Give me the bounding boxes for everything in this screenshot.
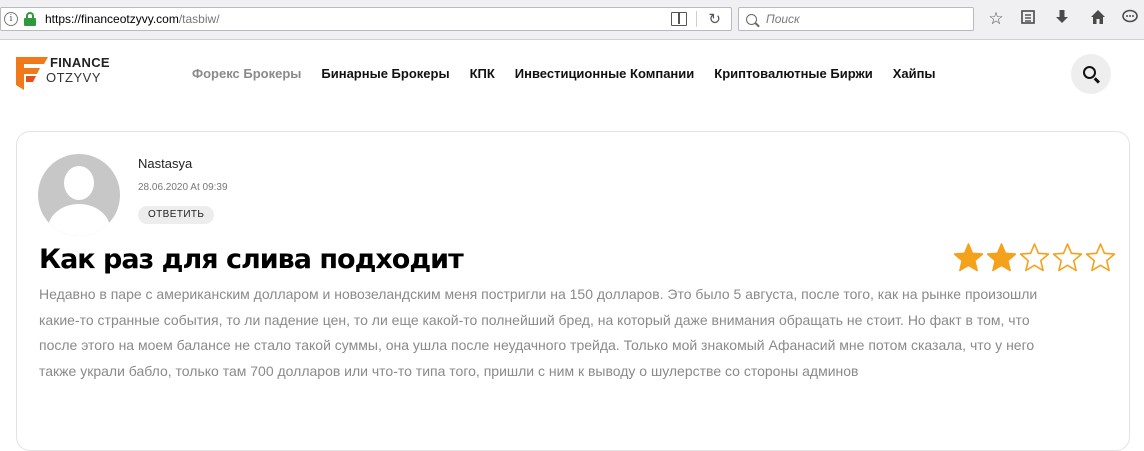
- home-icon[interactable]: [1088, 9, 1108, 29]
- url-text[interactable]: https://financeotzyvy.com/tasbiw/: [45, 12, 220, 26]
- reply-button[interactable]: ОТВЕТИТЬ: [138, 206, 215, 224]
- logo-text-otzyvy: OTZYVY: [46, 70, 102, 85]
- review-card: Nastasya 28.06.2020 At 09:39 ОТВЕТИТЬ Ка…: [16, 131, 1130, 451]
- star-filled-icon: [986, 243, 1017, 272]
- browser-search-input[interactable]: [766, 12, 966, 26]
- star-empty-icon: [1085, 243, 1116, 272]
- star-filled-icon: [953, 243, 984, 272]
- review-author: Nastasya: [138, 156, 193, 171]
- url-separator: [696, 11, 697, 27]
- site-logo[interactable]: FINANCE OTZYVY: [16, 55, 126, 95]
- search-icon: [746, 13, 757, 25]
- address-bar[interactable]: i https://financeotzyvy.com/tasbiw/ ↻: [0, 7, 732, 31]
- browser-search-box[interactable]: [738, 7, 974, 31]
- lock-icon[interactable]: [24, 12, 36, 26]
- star-empty-icon: [1052, 243, 1083, 272]
- reading-list-icon[interactable]: [1018, 9, 1038, 29]
- avatar: [38, 154, 120, 236]
- browser-toolbar: i https://financeotzyvy.com/tasbiw/ ↻ ☆: [0, 0, 1144, 40]
- rating-stars: [953, 242, 1116, 273]
- chat-icon[interactable]: [1120, 9, 1140, 29]
- search-icon: [1082, 65, 1096, 79]
- review-body: Недавно в паре с американским долларом и…: [39, 286, 1038, 379]
- download-icon[interactable]: [1052, 9, 1072, 29]
- logo-text-finance: FINANCE: [50, 55, 110, 70]
- review-date: 28.06.2020 At 09:39: [138, 182, 228, 193]
- site-search-button[interactable]: [1071, 54, 1111, 94]
- reload-icon[interactable]: ↻: [708, 10, 721, 28]
- nav-item-hyips[interactable]: Хайпы: [893, 66, 936, 81]
- review-title: Как раз для слива подходит: [39, 244, 464, 275]
- nav-item-kpk[interactable]: КПК: [470, 66, 495, 81]
- logo-mark-icon: [16, 57, 48, 90]
- reader-view-icon[interactable]: [671, 12, 687, 26]
- main-nav: Форекс Брокеры Бинарные Брокеры КПК Инве…: [192, 66, 936, 81]
- nav-item-binary-brokers[interactable]: Бинарные Брокеры: [321, 66, 449, 81]
- bookmark-star-icon[interactable]: ☆: [986, 9, 1006, 29]
- info-icon[interactable]: i: [4, 12, 18, 26]
- nav-item-investment-companies[interactable]: Инвестиционные Компании: [515, 66, 694, 81]
- star-empty-icon: [1019, 243, 1050, 272]
- nav-item-forex-brokers[interactable]: Форекс Брокеры: [192, 66, 301, 81]
- nav-item-crypto-exchanges[interactable]: Криптовалютные Биржи: [714, 66, 872, 81]
